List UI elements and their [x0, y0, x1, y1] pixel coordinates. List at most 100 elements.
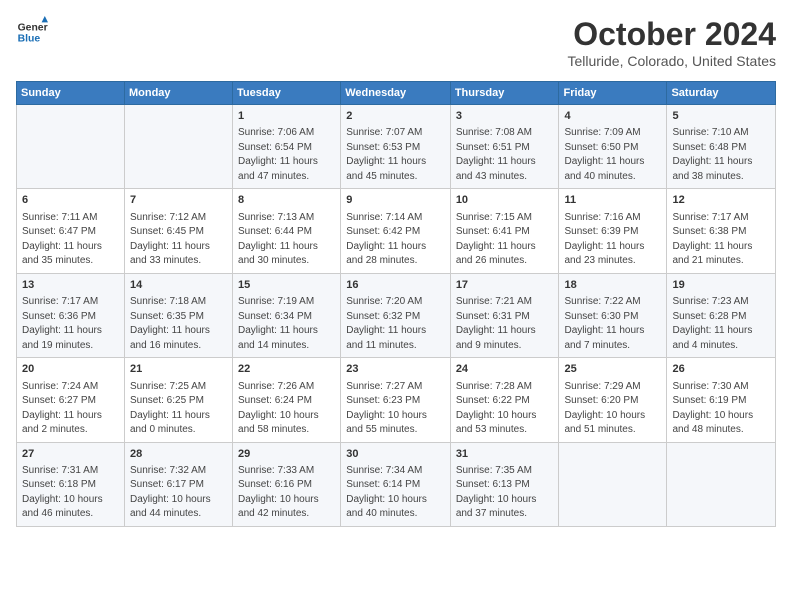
day-info: Sunrise: 7:27 AM Sunset: 6:23 PM Dayligh…: [346, 380, 445, 438]
day-number: 17: [456, 278, 554, 293]
calendar-cell: 3 Sunrise: 7:08 AM Sunset: 6:51 PM Daylig…: [450, 105, 559, 189]
calendar-cell: 28Sunrise: 7:32 AM Sunset: 6:17 PM Dayli…: [124, 442, 232, 526]
calendar-cell: 7 Sunrise: 7:12 AM Sunset: 6:45 PM Daylig…: [124, 189, 232, 273]
day-info: Sunrise: 7:08 AM Sunset: 6:51 PM Dayligh…: [456, 126, 554, 184]
day-info: Sunrise: 7:07 AM Sunset: 6:53 PM Dayligh…: [346, 126, 445, 184]
calendar-cell: 12 Sunrise: 7:17 AM Sunset: 6:38 PM Dayli…: [667, 189, 776, 273]
day-info: Sunrise: 7:21 AM Sunset: 6:31 PM Dayligh…: [456, 295, 554, 353]
day-info: Sunrise: 7:18 AM Sunset: 6:35 PM Dayligh…: [130, 295, 227, 353]
day-number: 21: [130, 362, 227, 377]
logo: General Blue: [16, 16, 48, 48]
calendar-cell: 11Sunrise: 7:16 AM Sunset: 6:39 PM Dayli…: [559, 189, 667, 273]
day-number: 18: [564, 278, 661, 293]
day-number: 29: [238, 447, 335, 462]
calendar-row-4: 20 Sunrise: 7:24 AM Sunset: 6:27 PM Dayli…: [17, 358, 776, 442]
day-info: Sunrise: 7:28 AM Sunset: 6:22 PM Dayligh…: [456, 380, 554, 438]
day-info: Sunrise: 7:34 AM Sunset: 6:14 PM Dayligh…: [346, 464, 445, 522]
day-number: 14: [130, 278, 227, 293]
calendar-cell: 10Sunrise: 7:15 AM Sunset: 6:41 PM Dayli…: [450, 189, 559, 273]
calendar-cell: 25Sunrise: 7:29 AM Sunset: 6:20 PM Dayli…: [559, 358, 667, 442]
calendar-cell: 2Sunrise: 7:07 AM Sunset: 6:53 PM Daylig…: [341, 105, 451, 189]
day-info: Sunrise: 7:13 AM Sunset: 6:44 PM Dayligh…: [238, 211, 335, 269]
day-number: 1: [238, 109, 335, 124]
day-info: Sunrise: 7:06 AM Sunset: 6:54 PM Dayligh…: [238, 126, 335, 184]
day-info: Sunrise: 7:32 AM Sunset: 6:17 PM Dayligh…: [130, 464, 227, 522]
day-number: 9: [346, 193, 445, 208]
svg-text:General: General: [18, 22, 48, 33]
page-header: General Blue October 2024 Telluride, Col…: [16, 16, 776, 69]
calendar-table: Sunday Monday Tuesday Wednesday Thursday…: [16, 81, 776, 527]
calendar-cell: 27 Sunrise: 7:31 AM Sunset: 6:18 PM Dayli…: [17, 442, 125, 526]
calendar-subtitle: Telluride, Colorado, United States: [567, 53, 776, 69]
calendar-cell: [17, 105, 125, 189]
day-info: Sunrise: 7:11 AM Sunset: 6:47 PM Dayligh…: [22, 211, 119, 269]
day-info: Sunrise: 7:33 AM Sunset: 6:16 PM Dayligh…: [238, 464, 335, 522]
day-number: 13: [22, 278, 119, 293]
day-info: Sunrise: 7:19 AM Sunset: 6:34 PM Dayligh…: [238, 295, 335, 353]
day-number: 6: [22, 193, 119, 208]
day-info: Sunrise: 7:14 AM Sunset: 6:42 PM Dayligh…: [346, 211, 445, 269]
calendar-row-2: 6 Sunrise: 7:11 AM Sunset: 6:47 PM Daylig…: [17, 189, 776, 273]
calendar-title: October 2024: [567, 16, 776, 53]
calendar-cell: 21 Sunrise: 7:25 AM Sunset: 6:25 PM Dayli…: [124, 358, 232, 442]
calendar-row-5: 27 Sunrise: 7:31 AM Sunset: 6:18 PM Dayli…: [17, 442, 776, 526]
day-number: 4: [564, 109, 661, 124]
day-number: 7: [130, 193, 227, 208]
day-info: Sunrise: 7:30 AM Sunset: 6:19 PM Dayligh…: [672, 380, 770, 438]
header-monday: Monday: [124, 82, 232, 105]
calendar-body: 1 Sunrise: 7:06 AM Sunset: 6:54 PM Daylig…: [17, 105, 776, 527]
day-number: 20: [22, 362, 119, 377]
day-info: Sunrise: 7:10 AM Sunset: 6:48 PM Dayligh…: [672, 126, 770, 184]
calendar-cell: 9 Sunrise: 7:14 AM Sunset: 6:42 PM Daylig…: [341, 189, 451, 273]
header-saturday: Saturday: [667, 82, 776, 105]
day-info: Sunrise: 7:22 AM Sunset: 6:30 PM Dayligh…: [564, 295, 661, 353]
calendar-cell: 30 Sunrise: 7:34 AM Sunset: 6:14 PM Dayli…: [341, 442, 451, 526]
day-info: Sunrise: 7:26 AM Sunset: 6:24 PM Dayligh…: [238, 380, 335, 438]
calendar-row-3: 13 Sunrise: 7:17 AM Sunset: 6:36 PM Dayli…: [17, 273, 776, 357]
day-number: 27: [22, 447, 119, 462]
day-number: 12: [672, 193, 770, 208]
calendar-cell: 6 Sunrise: 7:11 AM Sunset: 6:47 PM Daylig…: [17, 189, 125, 273]
calendar-cell: 22 Sunrise: 7:26 AM Sunset: 6:24 PM Dayli…: [233, 358, 341, 442]
day-number: 22: [238, 362, 335, 377]
day-number: 26: [672, 362, 770, 377]
calendar-cell: 24 Sunrise: 7:28 AM Sunset: 6:22 PM Dayli…: [450, 358, 559, 442]
day-info: Sunrise: 7:31 AM Sunset: 6:18 PM Dayligh…: [22, 464, 119, 522]
day-number: 5: [672, 109, 770, 124]
day-number: 31: [456, 447, 554, 462]
calendar-cell: 23 Sunrise: 7:27 AM Sunset: 6:23 PM Dayli…: [341, 358, 451, 442]
day-info: Sunrise: 7:15 AM Sunset: 6:41 PM Dayligh…: [456, 211, 554, 269]
day-info: Sunrise: 7:17 AM Sunset: 6:38 PM Dayligh…: [672, 211, 770, 269]
calendar-row-1: 1 Sunrise: 7:06 AM Sunset: 6:54 PM Daylig…: [17, 105, 776, 189]
day-info: Sunrise: 7:17 AM Sunset: 6:36 PM Dayligh…: [22, 295, 119, 353]
calendar-cell: 17 Sunrise: 7:21 AM Sunset: 6:31 PM Dayli…: [450, 273, 559, 357]
logo-icon: General Blue: [16, 16, 48, 48]
day-number: 3: [456, 109, 554, 124]
calendar-cell: [667, 442, 776, 526]
day-number: 23: [346, 362, 445, 377]
calendar-cell: [124, 105, 232, 189]
calendar-cell: 14 Sunrise: 7:18 AM Sunset: 6:35 PM Dayli…: [124, 273, 232, 357]
calendar-cell: 19 Sunrise: 7:23 AM Sunset: 6:28 PM Dayli…: [667, 273, 776, 357]
day-info: Sunrise: 7:12 AM Sunset: 6:45 PM Dayligh…: [130, 211, 227, 269]
calendar-cell: 13 Sunrise: 7:17 AM Sunset: 6:36 PM Dayli…: [17, 273, 125, 357]
header-tuesday: Tuesday: [233, 82, 341, 105]
day-info: Sunrise: 7:25 AM Sunset: 6:25 PM Dayligh…: [130, 380, 227, 438]
calendar-cell: 26 Sunrise: 7:30 AM Sunset: 6:19 PM Dayli…: [667, 358, 776, 442]
day-number: 25: [564, 362, 661, 377]
header-sunday: Sunday: [17, 82, 125, 105]
calendar-cell: 1 Sunrise: 7:06 AM Sunset: 6:54 PM Daylig…: [233, 105, 341, 189]
day-info: Sunrise: 7:24 AM Sunset: 6:27 PM Dayligh…: [22, 380, 119, 438]
day-info: Sunrise: 7:35 AM Sunset: 6:13 PM Dayligh…: [456, 464, 554, 522]
day-number: 30: [346, 447, 445, 462]
header-thursday: Thursday: [450, 82, 559, 105]
day-number: 19: [672, 278, 770, 293]
day-number: 24: [456, 362, 554, 377]
title-block: October 2024 Telluride, Colorado, United…: [567, 16, 776, 69]
calendar-cell: 20 Sunrise: 7:24 AM Sunset: 6:27 PM Dayli…: [17, 358, 125, 442]
header-wednesday: Wednesday: [341, 82, 451, 105]
day-info: Sunrise: 7:23 AM Sunset: 6:28 PM Dayligh…: [672, 295, 770, 353]
header-friday: Friday: [559, 82, 667, 105]
day-number: 16: [346, 278, 445, 293]
day-info: Sunrise: 7:20 AM Sunset: 6:32 PM Dayligh…: [346, 295, 445, 353]
